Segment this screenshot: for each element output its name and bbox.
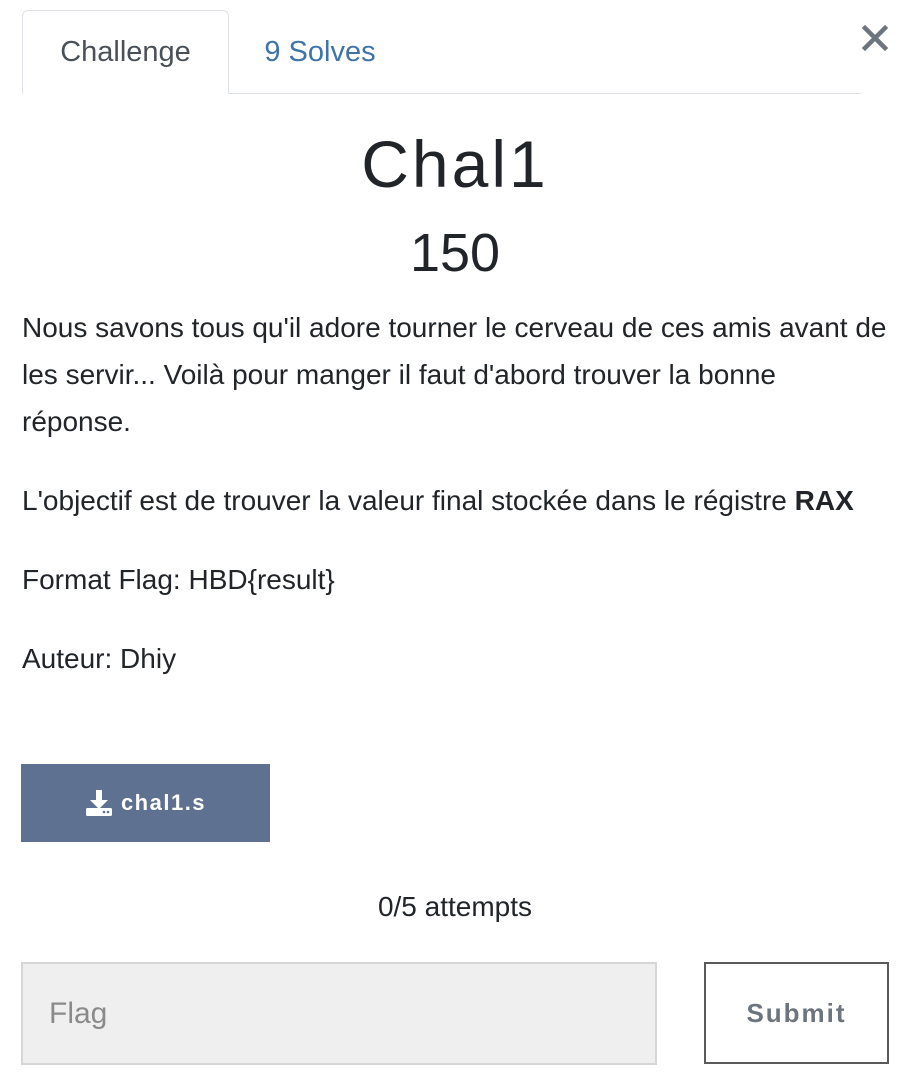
register-name: RAX	[794, 485, 854, 516]
flag-input[interactable]	[21, 962, 657, 1065]
submit-button[interactable]: Submit	[704, 962, 889, 1064]
tab-solves-label: 9 Solves	[264, 35, 376, 68]
challenge-author: Auteur: Dhiy	[22, 643, 177, 674]
objective-text: L'objectif est de trouver la valeur fina…	[22, 485, 795, 516]
tab-solves[interactable]: 9 Solves	[230, 10, 410, 94]
challenge-description: Nous savons tous qu'il adore tourner le …	[22, 304, 892, 714]
flag-format: Format Flag: HBD{result}	[22, 564, 335, 595]
attempts-counter: 0/5 attempts	[377, 891, 533, 922]
download-icon	[85, 790, 112, 816]
challenge-tabs: Challenge 9 Solves	[22, 10, 861, 94]
close-icon	[861, 24, 889, 52]
close-button[interactable]	[858, 16, 892, 56]
description-paragraph-objective: L'objectif est de trouver la valeur fina…	[22, 477, 892, 524]
tab-challenge[interactable]: Challenge	[22, 10, 229, 94]
tab-challenge-label: Challenge	[60, 35, 191, 68]
file-download-button[interactable]: chal1.s	[21, 764, 270, 842]
challenge-points: 150	[409, 223, 501, 283]
challenge-name: Chal1	[361, 127, 549, 201]
file-name: chal1.s	[120, 790, 207, 815]
description-paragraph: Nous savons tous qu'il adore tourner le …	[22, 312, 887, 437]
